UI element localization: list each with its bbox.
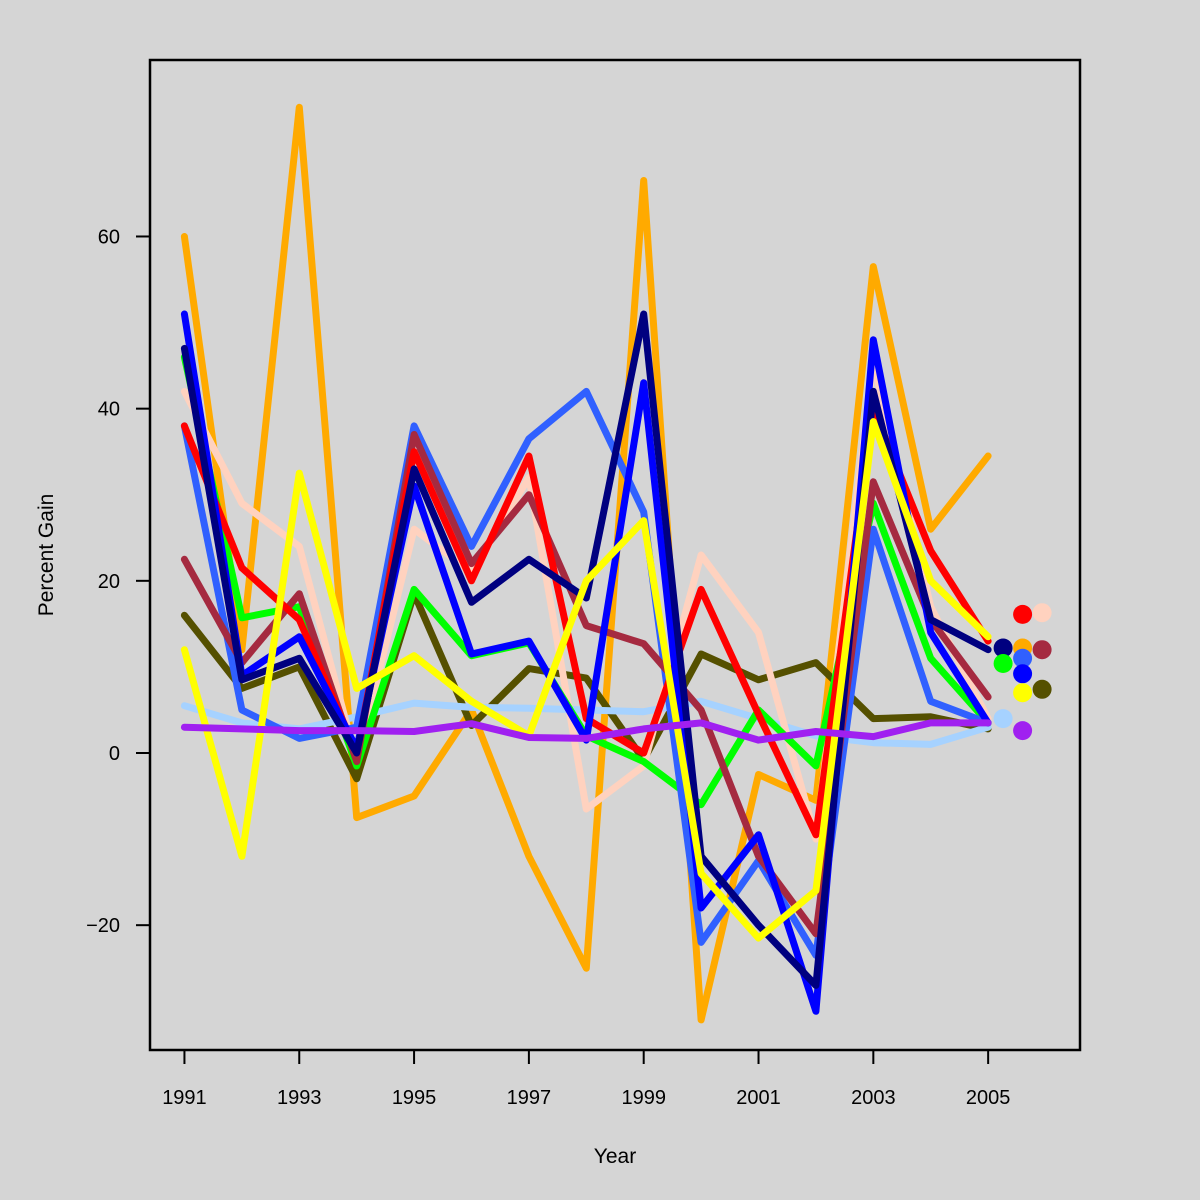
x-axis-title: Year: [594, 1145, 636, 1168]
x-axis: 1991 1993 1995 1997 1999 2001 2003 2005: [162, 1050, 1010, 1109]
x-tick-label: 1999: [621, 1087, 666, 1109]
x-tick-label: 1997: [507, 1087, 552, 1109]
y-tick-label: 0: [109, 743, 120, 765]
marker-dot-peach: [1032, 603, 1052, 623]
marker-dot-olive: [1032, 679, 1052, 699]
marker-dot-yellow: [1013, 683, 1033, 703]
marker-dot-light-blue: [993, 709, 1013, 729]
line-chart: 1991 1993 1995 1997 1999 2001 2003 2005 −20 0 20 4…: [35, 58, 1082, 1168]
x-tick-label: 1993: [277, 1087, 322, 1109]
x-tick-label: 2003: [851, 1087, 896, 1109]
y-tick-label: −20: [86, 915, 120, 937]
marker-dot-brown: [1032, 640, 1052, 660]
marker-dot-red: [1013, 604, 1033, 624]
marker-dot-purple: [1013, 721, 1033, 741]
y-axis-title: Percent Gain: [35, 494, 58, 617]
marker-dot-blue: [1013, 664, 1033, 684]
marker-dot-green: [993, 654, 1013, 673]
y-tick-label: 40: [98, 399, 120, 421]
y-tick-label: 60: [98, 226, 120, 248]
y-axis: −20 0 20 40 60: [86, 226, 150, 937]
x-tick-label: 2001: [736, 1087, 781, 1109]
y-tick-label: 20: [98, 571, 120, 593]
x-tick-label: 1995: [392, 1087, 437, 1109]
x-tick-label: 2005: [966, 1087, 1011, 1109]
x-tick-label: 1991: [162, 1087, 207, 1109]
